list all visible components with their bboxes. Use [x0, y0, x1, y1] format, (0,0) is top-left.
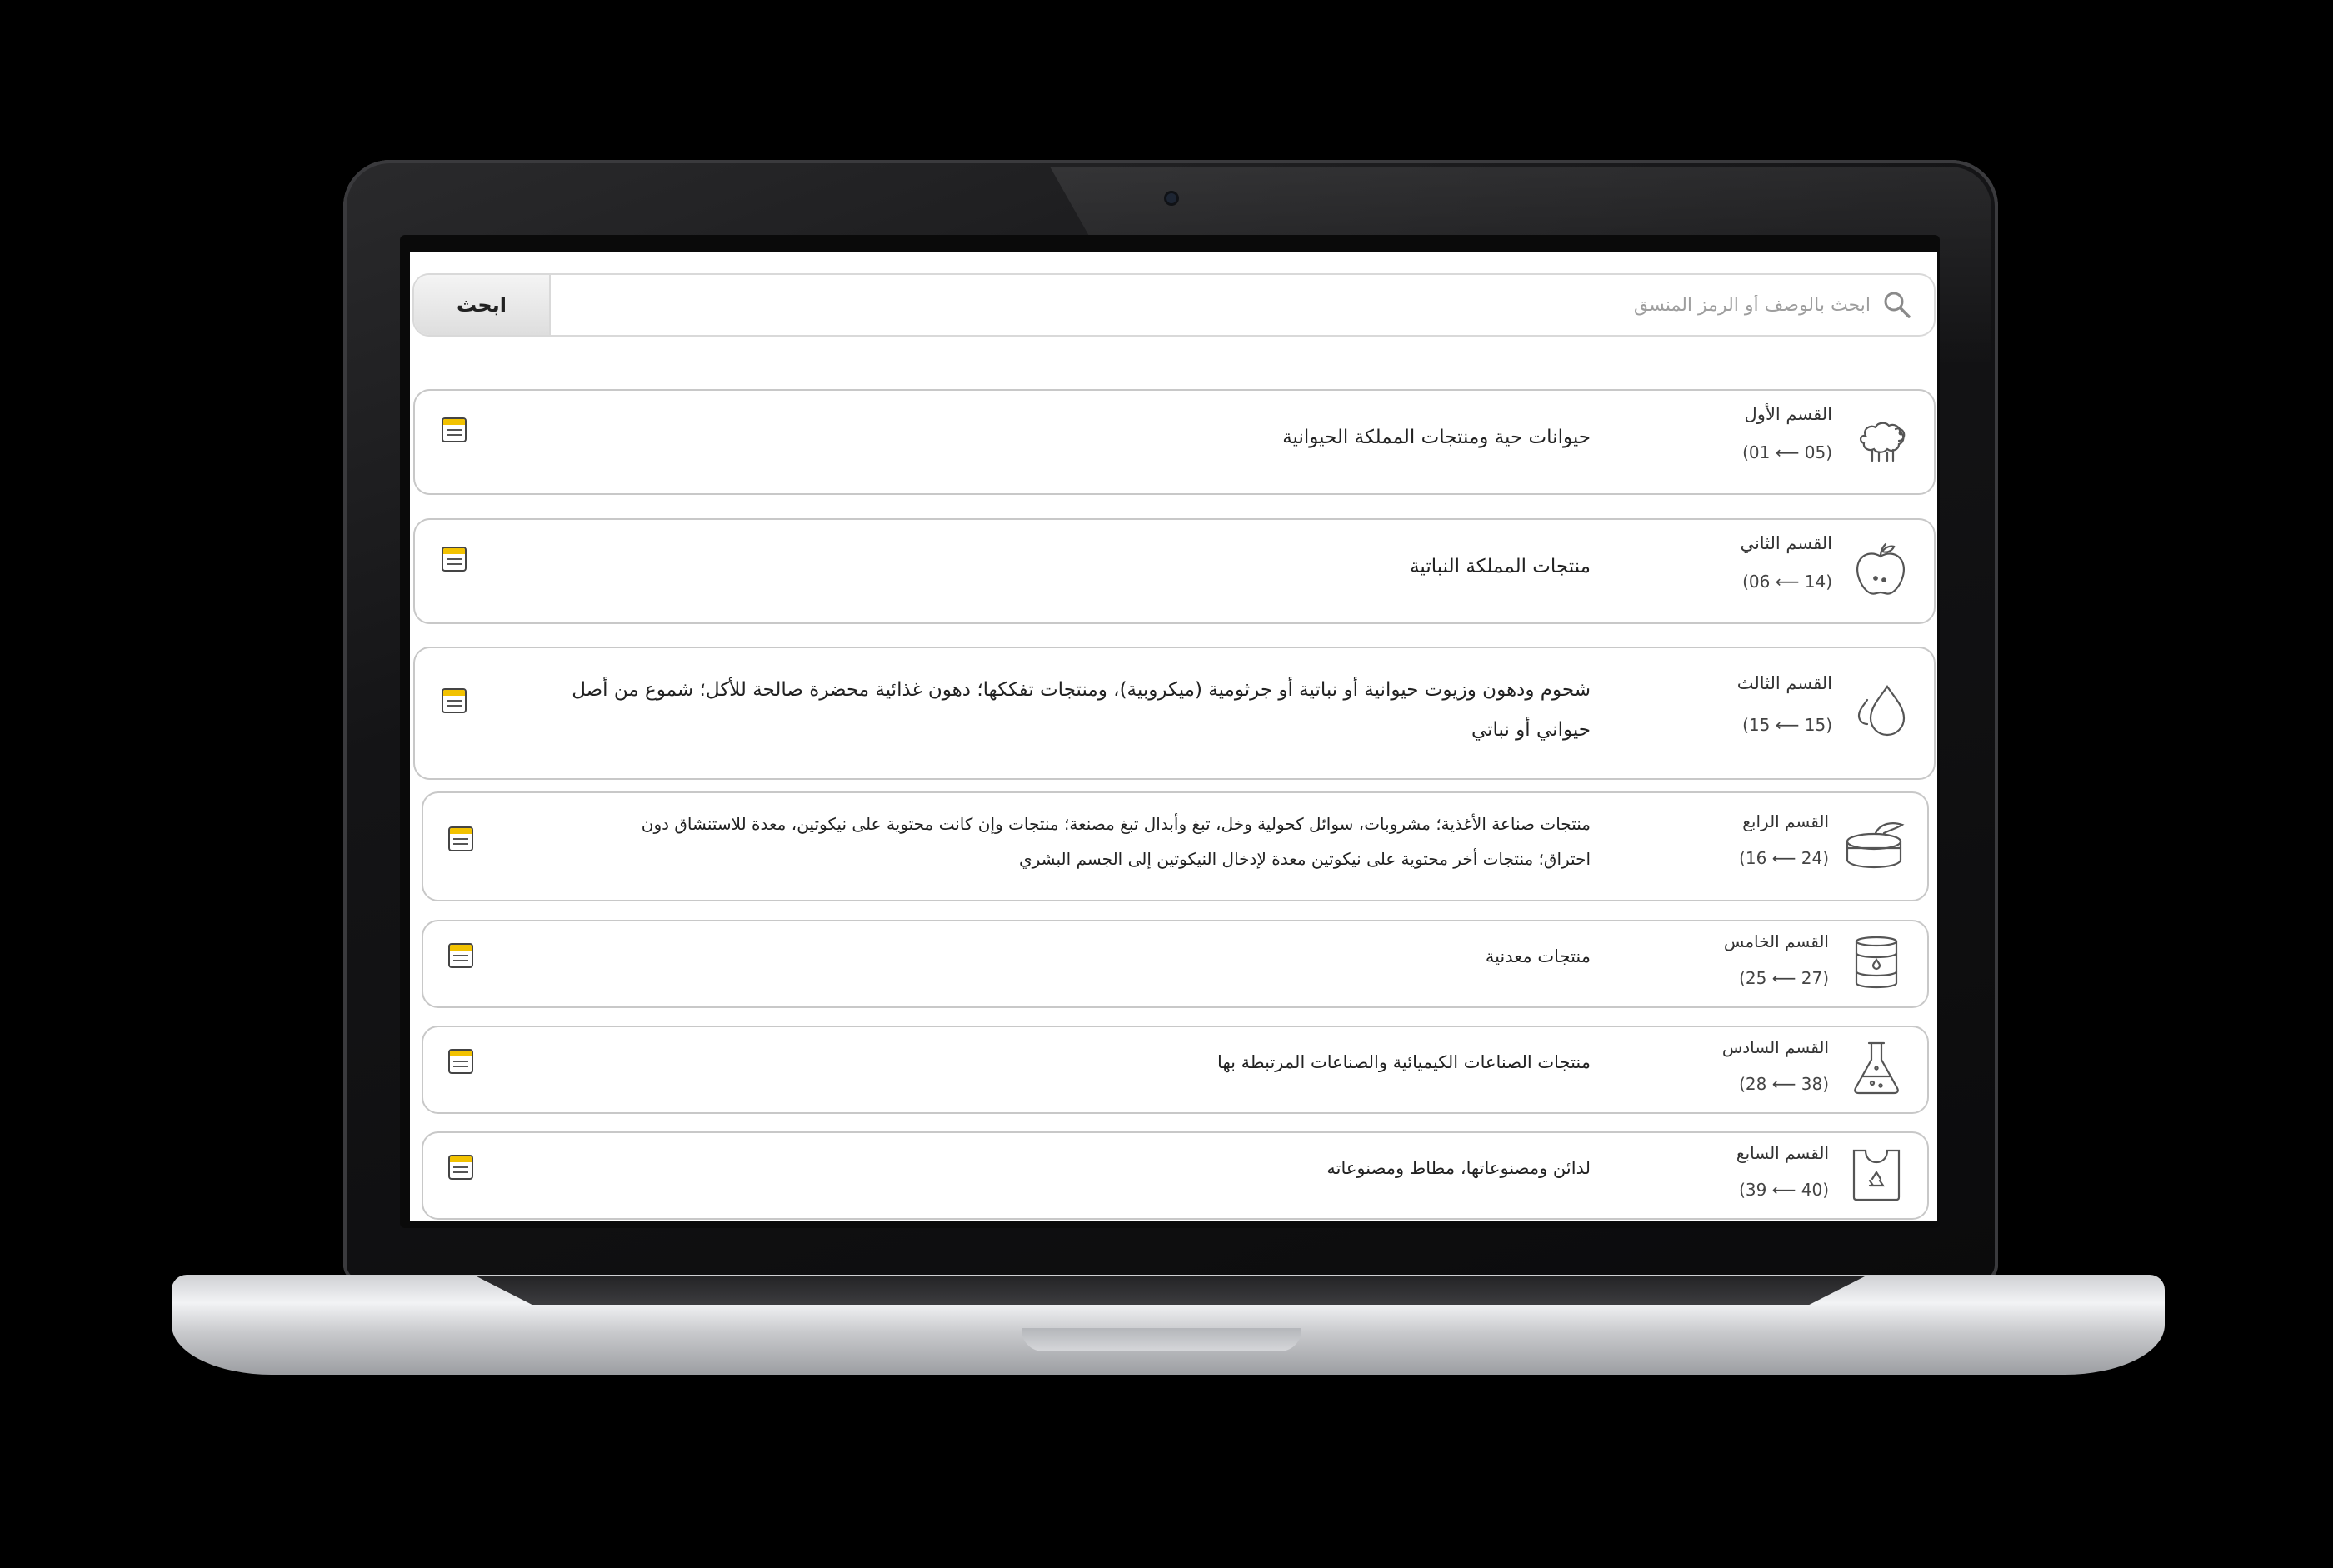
sheep-icon: [1847, 407, 1914, 477]
notes-icon[interactable]: [448, 1155, 473, 1180]
section-description: لدائن ومصنوعاتها، مطاط ومصنوعاته: [1326, 1158, 1591, 1178]
notes-icon[interactable]: [448, 826, 473, 851]
section-chapter-range: (15 ⟵ 15): [1742, 715, 1832, 735]
section-title: القسم الأول: [1744, 404, 1832, 424]
section-description: شحوم ودهون وزيوت حيوانية أو نباتية أو جر…: [572, 679, 1591, 741]
search-icon: [1872, 290, 1922, 320]
lid-notch: [1022, 1328, 1301, 1351]
section-card[interactable]: القسم الرابع (16 ⟵ 24) منتجات صناعة الأغ…: [422, 791, 1929, 901]
section-card[interactable]: القسم السابع (39 ⟵ 40) لدائن ومصنوعاتها،…: [422, 1131, 1929, 1220]
section-description: منتجات الصناعات الكيميائية والصناعات الم…: [1217, 1052, 1591, 1072]
section-chapter-range: (25 ⟵ 27): [1739, 968, 1829, 988]
plastic-bag-icon: [1851, 1146, 1902, 1206]
section-description: منتجات المملكة النباتية: [1410, 556, 1591, 577]
section-card[interactable]: القسم الثاني (06 ⟵ 14) منتجات المملكة ال…: [413, 518, 1936, 624]
search-bar: ابحث: [412, 273, 1936, 337]
food-can-icon: [1842, 815, 1909, 878]
notes-icon[interactable]: [442, 547, 467, 572]
search-input[interactable]: [551, 275, 1872, 335]
section-title: القسم السادس: [1721, 1037, 1829, 1057]
section-card[interactable]: القسم الخامس (25 ⟵ 27) منتجات معدنية: [422, 920, 1929, 1008]
section-title: القسم الرابع: [1742, 811, 1829, 831]
laptop-hinge: [477, 1276, 1865, 1305]
section-chapter-range: (06 ⟵ 14): [1742, 572, 1832, 592]
search-button[interactable]: ابحث: [414, 275, 551, 335]
section-title: القسم الثاني: [1740, 533, 1832, 553]
section-description: منتجات صناعة الأغذية؛ مشروبات، سوائل كحو…: [641, 814, 1591, 869]
apple-icon: [1851, 538, 1911, 605]
notes-icon[interactable]: [448, 943, 473, 968]
webcam: [1166, 193, 1176, 203]
section-title: القسم الخامس: [1723, 931, 1829, 951]
section-chapter-range: (16 ⟵ 24): [1739, 848, 1829, 868]
flask-icon: [1851, 1040, 1902, 1100]
section-title: القسم السابع: [1736, 1143, 1829, 1163]
section-description: حيوانات حية ومنتجات المملكة الحيوانية: [1282, 427, 1591, 448]
section-chapter-range: (01 ⟵ 05): [1742, 442, 1832, 462]
section-title: القسم الثالث: [1736, 673, 1832, 693]
section-card[interactable]: القسم الثالث (15 ⟵ 15) شحوم ودهون وزيوت …: [413, 647, 1936, 780]
section-chapter-range: (28 ⟵ 38): [1739, 1074, 1829, 1094]
section-chapter-range: (39 ⟵ 40): [1739, 1180, 1829, 1200]
section-card[interactable]: القسم السادس (28 ⟵ 38) منتجات الصناعات ا…: [422, 1026, 1929, 1114]
notes-icon[interactable]: [442, 688, 467, 713]
oil-barrel-icon: [1851, 935, 1902, 993]
section-description: منتجات معدنية: [1485, 946, 1591, 966]
notes-icon[interactable]: [442, 417, 467, 442]
notes-icon[interactable]: [448, 1049, 473, 1074]
droplets-icon: [1851, 678, 1912, 748]
section-card[interactable]: القسم الأول (01 ⟵ 05) حيوانات حية ومنتجا…: [413, 389, 1936, 495]
app-screen: ابحث القسم الأول (01 ⟵ 05) حيوانات حية و…: [410, 252, 1937, 1221]
